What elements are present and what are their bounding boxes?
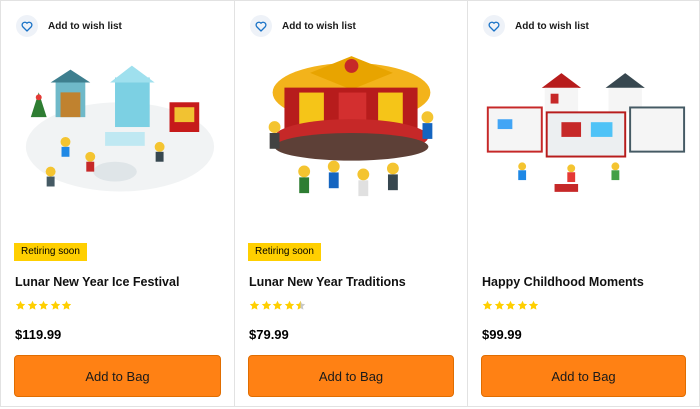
star-icon xyxy=(38,300,49,310)
product-image[interactable] xyxy=(478,47,689,217)
star-rating xyxy=(482,300,540,311)
star-icon xyxy=(295,300,306,310)
star-icon xyxy=(27,300,37,310)
wish-list-button[interactable]: Add to wish list xyxy=(483,15,589,37)
star-rating xyxy=(249,300,307,311)
star-icon xyxy=(494,300,504,310)
add-to-bag-button[interactable]: Add to Bag xyxy=(14,355,221,397)
product-card: Add to wish list Happy Childhood Moments… xyxy=(467,0,700,407)
product-price: $99.99 xyxy=(482,327,522,342)
star-icon xyxy=(50,300,60,310)
heart-icon[interactable] xyxy=(483,15,505,37)
star-icon xyxy=(15,300,26,310)
product-price: $119.99 xyxy=(15,327,62,342)
product-card: Add to wish list Retiring soon Lunar New… xyxy=(0,0,235,407)
status-badge: Retiring soon xyxy=(248,243,321,261)
star-icon xyxy=(61,300,72,310)
star-icon xyxy=(482,300,493,310)
star-icon xyxy=(261,300,271,310)
wish-list-label: Add to wish list xyxy=(48,20,122,32)
status-badge: Retiring soon xyxy=(14,243,87,261)
star-icon xyxy=(249,300,260,310)
product-grid: Add to wish list Retiring soon Lunar New… xyxy=(0,0,700,409)
heart-icon[interactable] xyxy=(250,15,272,37)
wish-list-label: Add to wish list xyxy=(515,20,589,32)
product-title[interactable]: Lunar New Year Ice Festival xyxy=(15,275,179,289)
star-icon xyxy=(517,300,527,310)
star-icon xyxy=(284,300,294,310)
star-icon xyxy=(505,300,516,310)
star-icon xyxy=(272,300,283,310)
add-to-bag-button[interactable]: Add to Bag xyxy=(481,355,686,397)
wish-list-button[interactable]: Add to wish list xyxy=(250,15,356,37)
add-to-bag-button[interactable]: Add to Bag xyxy=(248,355,454,397)
product-title[interactable]: Happy Childhood Moments xyxy=(482,275,644,289)
heart-icon[interactable] xyxy=(16,15,38,37)
product-title[interactable]: Lunar New Year Traditions xyxy=(249,275,406,289)
product-card: Add to wish list Retiring soon Lunar New… xyxy=(234,0,468,407)
product-price: $79.99 xyxy=(249,327,289,342)
product-image[interactable] xyxy=(11,47,224,217)
product-image[interactable] xyxy=(245,47,457,217)
wish-list-button[interactable]: Add to wish list xyxy=(16,15,122,37)
wish-list-label: Add to wish list xyxy=(282,20,356,32)
star-rating xyxy=(15,300,73,311)
star-icon xyxy=(528,300,539,310)
